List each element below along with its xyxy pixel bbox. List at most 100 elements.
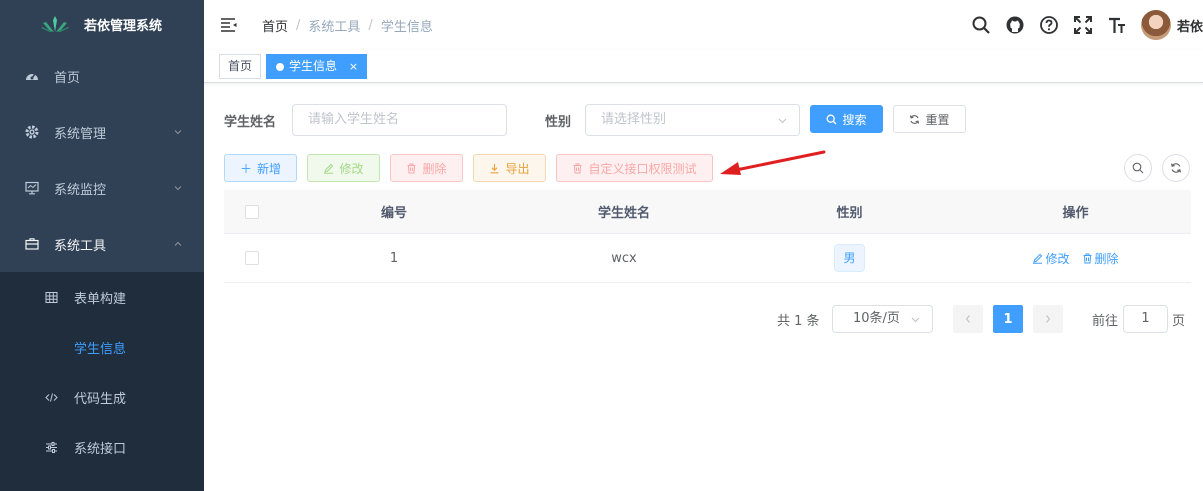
breadcrumb-separator: / — [368, 17, 373, 33]
page-1-button[interactable]: 1 — [993, 305, 1023, 333]
sidebar-item-system-api[interactable]: 系统接口 — [0, 422, 204, 472]
row-delete-link[interactable]: 删除 — [1082, 250, 1119, 267]
sidebar-item-form-builder[interactable]: 表单构建 — [0, 272, 204, 322]
sidebar-item-label: 系统监控 — [54, 182, 107, 198]
next-page-button[interactable] — [1033, 305, 1063, 333]
tag-label: 学生信息 — [289, 59, 338, 73]
name-label: 学生姓名 — [224, 115, 277, 130]
breadcrumb-home[interactable]: 首页 — [262, 16, 288, 35]
chevron-down-icon — [911, 317, 920, 323]
search-icon[interactable] — [971, 15, 991, 35]
sidebar-submenu: 表单构建 学生信息 代码生成 系统接口 — [0, 272, 204, 491]
edit-icon — [1033, 253, 1043, 264]
edit-button[interactable]: 修改 — [307, 154, 380, 182]
grid-icon — [44, 290, 58, 304]
gender-select[interactable]: 请选择性别 — [585, 104, 800, 136]
header-name: 学生姓名 — [597, 206, 650, 221]
header-select-cell — [224, 190, 279, 233]
sidebar-item-student-info[interactable]: 学生信息 — [0, 322, 204, 372]
trash-icon — [1083, 253, 1091, 263]
cell-gender: 男 — [739, 234, 960, 282]
main-content: 学生姓名 请输入学生姓名 性别 请选择性别 搜索 重置 ＋ 新增 修改 删除 导… — [204, 84, 1203, 491]
sidebar-item-label: 代码生成 — [74, 391, 127, 407]
avatar[interactable] — [1140, 10, 1171, 40]
search-icon — [1132, 162, 1144, 174]
add-button[interactable]: ＋ 新增 — [224, 154, 297, 182]
goto-prefix: 前往 — [1092, 313, 1119, 329]
gender-select-placeholder: 请选择性别 — [601, 112, 667, 127]
github-icon[interactable] — [1005, 15, 1025, 35]
edit-button-label: 修改 — [339, 161, 364, 176]
page-size-select[interactable]: 10条/页 — [832, 305, 933, 333]
sidebar-item-label: 系统工具 — [54, 238, 107, 254]
breadcrumb-system-tools: 系统工具 — [308, 19, 361, 35]
export-button[interactable]: 导出 — [473, 154, 546, 182]
code-icon — [44, 390, 58, 404]
toggle-search-button[interactable] — [1124, 154, 1152, 182]
fullscreen-icon[interactable] — [1073, 15, 1093, 35]
plus-icon: ＋ — [239, 161, 252, 176]
font-size-icon[interactable] — [1107, 15, 1127, 35]
gear-icon — [24, 124, 40, 140]
gender-label: 性别 — [545, 115, 572, 130]
navbar-right-menu: 若依 — [971, 0, 1203, 50]
custom-permission-test-button[interactable]: 自定义接口权限测试 — [556, 154, 713, 182]
toolbox-icon — [24, 236, 40, 252]
chevron-left-icon — [965, 315, 970, 323]
reset-button-label: 重置 — [925, 112, 950, 127]
question-icon[interactable] — [1039, 15, 1059, 35]
chevron-right-icon — [1046, 315, 1051, 323]
goto-page-input[interactable]: 1 — [1123, 305, 1168, 333]
select-all-checkbox[interactable] — [244, 204, 259, 219]
reset-button[interactable]: 重置 — [893, 105, 966, 133]
chevron-down-icon — [778, 118, 787, 124]
row-edit-link[interactable]: 修改 — [1032, 250, 1070, 267]
header-gender: 性别 — [836, 206, 863, 221]
refresh-icon — [1171, 163, 1181, 173]
tags-view: 首页 学生信息 × — [204, 50, 1203, 83]
sidebar-item-code-gen[interactable]: 代码生成 — [0, 372, 204, 422]
monitor-icon — [24, 180, 40, 196]
row-checkbox[interactable] — [244, 251, 259, 265]
breadcrumb-student-info: 学生信息 — [380, 19, 433, 35]
app-title: 若依管理系统 — [84, 18, 163, 34]
cell-name: wcx — [611, 250, 637, 266]
sidebar-item-label: 首页 — [54, 70, 81, 86]
search-button[interactable]: 搜索 — [810, 105, 883, 133]
refresh-icon — [910, 114, 920, 124]
app-root: 若依管理系统 首页 系统管理 系统监控 系统工具 表单构建 学生信息 代码生成 … — [0, 0, 1203, 491]
sidebar-item-home[interactable]: 首页 — [0, 48, 204, 104]
navbar: 首页 / 系统工具 / 学生信息 若依 — [204, 0, 1203, 50]
pagination-total: 共 1 条 — [777, 313, 820, 329]
header-id: 编号 — [380, 206, 407, 221]
prev-page-button[interactable] — [953, 305, 983, 333]
sidebar-item-system-tools[interactable]: 系统工具 — [0, 216, 204, 272]
student-name-input[interactable]: 请输入学生姓名 — [292, 104, 507, 136]
edit-icon — [324, 163, 334, 174]
cell-id: 1 — [389, 250, 399, 266]
sidebar-item-label: 表单构建 — [74, 291, 127, 307]
refresh-table-button[interactable] — [1162, 154, 1190, 182]
active-dot-icon — [276, 63, 284, 71]
goto-suffix: 页 — [1172, 313, 1186, 329]
delete-button-label: 删除 — [422, 161, 447, 176]
user-name[interactable]: 若依 — [1177, 16, 1203, 35]
logo[interactable]: 若依管理系统 — [0, 0, 204, 48]
dashboard-icon — [24, 68, 40, 84]
sidebar-item-system-management[interactable]: 系统管理 — [0, 104, 204, 160]
gender-tag: 男 — [834, 244, 865, 272]
delete-button[interactable]: 删除 — [390, 154, 463, 182]
annotation-arrow-icon — [720, 150, 826, 175]
tag-student-info[interactable]: 学生信息 × — [266, 54, 368, 79]
close-icon[interactable]: × — [349, 60, 358, 73]
sidebar-item-system-monitor[interactable]: 系统监控 — [0, 160, 204, 216]
export-button-label: 导出 — [505, 161, 530, 176]
row-edit-label: 修改 — [1045, 251, 1070, 266]
hamburger-icon[interactable] — [220, 17, 238, 33]
row-delete-label: 删除 — [1094, 251, 1119, 266]
header-actions: 操作 — [1062, 206, 1089, 221]
row-select-cell — [224, 234, 279, 282]
tag-home[interactable]: 首页 — [219, 54, 262, 79]
tag-label: 首页 — [228, 59, 253, 73]
sidebar-item-label: 系统管理 — [54, 126, 107, 142]
